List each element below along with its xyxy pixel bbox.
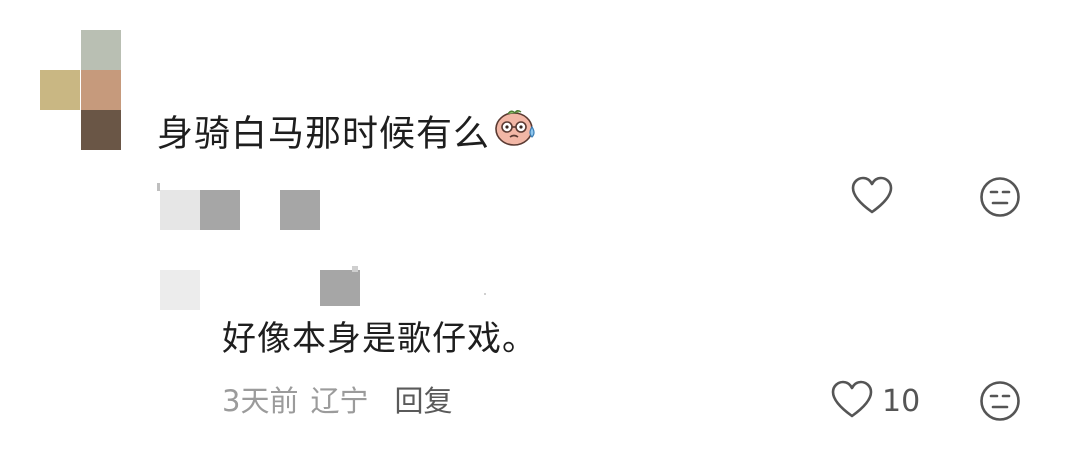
mosaic-block: [280, 190, 320, 230]
reply-timestamp: 3天前: [222, 384, 299, 418]
reply-meta: 3天前 辽宁 回复: [222, 381, 452, 421]
commenter-avatar[interactable]: [40, 30, 121, 151]
mosaic-block: [200, 190, 240, 230]
mosaic-dot: [484, 293, 486, 295]
mosaic-block: [160, 190, 200, 230]
reply-location: 辽宁: [310, 384, 369, 418]
comment-dislike-button[interactable]: [979, 176, 1021, 222]
heart-outline-icon: [850, 176, 894, 220]
comment-text: 身骑白马那时候有么: [157, 108, 538, 163]
reply-like-button[interactable]: 10: [830, 380, 920, 424]
reply-button[interactable]: 回复: [394, 381, 452, 421]
avatar-pixel: [81, 30, 121, 70]
mosaic-block: [320, 270, 360, 306]
reply-dislike-button[interactable]: [979, 380, 1021, 426]
avatar-pixel: [81, 70, 121, 110]
nervous-glasses-face-emoji-icon: [494, 105, 538, 160]
avatar-pixel: [81, 110, 121, 150]
comment-like-button[interactable]: [850, 176, 894, 220]
neutral-face-icon: [979, 176, 1021, 222]
mosaic-block: [352, 266, 358, 272]
neutral-face-icon: [979, 380, 1021, 426]
like-count: 10: [882, 384, 921, 419]
reply-text: 好像本身是歌仔戏。: [222, 319, 537, 359]
heart-outline-icon: [830, 380, 874, 424]
avatar-pixel: [40, 70, 80, 110]
comment-body: 身骑白马那时候有么: [157, 113, 491, 155]
mosaic-block: [160, 270, 200, 310]
